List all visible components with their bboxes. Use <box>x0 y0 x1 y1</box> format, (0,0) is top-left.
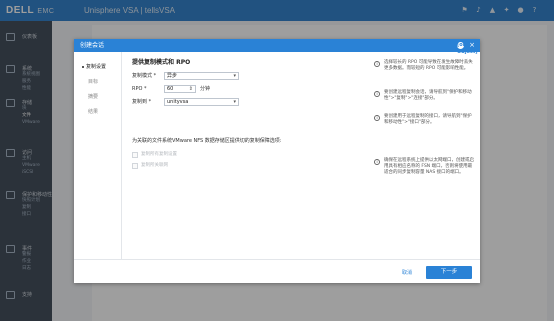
cancel-button[interactable]: 取消 <box>392 268 422 278</box>
help-text-rpo: 选择较长的 RPO 可能导致在发生故障时丢失更多数据。而较短的 RPO 可能影响… <box>384 60 473 71</box>
info-icon: i <box>374 115 380 121</box>
info-icon: i <box>374 61 380 67</box>
replicate-all-settings-label: 复制所有复制设置 <box>141 152 177 157</box>
stepper-icon: ⇕ <box>188 86 193 92</box>
wizard-steps: 复制设置 目标 摘要 结果 <box>74 52 122 259</box>
vmware-nfs-description: 为关联的文件系统VMware NFS 数据存储区提供切的复制保障选项: <box>132 138 282 144</box>
replication-mode-select[interactable]: 异步 ▾ <box>164 72 239 80</box>
replicate-all-settings-checkbox[interactable] <box>132 152 138 158</box>
dialog-header: 创建会话 [object Object] × <box>74 39 480 55</box>
chevron-down-icon: ▾ <box>233 99 236 105</box>
help-column: i 选择较长的 RPO 可能导致在发生故障时丢失更多数据。而较短的 RPO 可能… <box>374 52 478 259</box>
close-icon[interactable]: × <box>468 41 476 49</box>
chevron-down-icon: ▾ <box>233 73 236 79</box>
replicate-to-select[interactable]: unityvsa ▾ <box>164 98 239 106</box>
info-icon: i <box>374 159 380 165</box>
help-icon[interactable]: [object Object] <box>457 42 478 55</box>
help-text-remote-session: 要创建远程复制会话，请导航到"保护和移动性">"复制">"连接"部分。 <box>384 90 472 101</box>
current-step-dot <box>82 65 84 68</box>
rpo-unit: 分钟 <box>200 86 211 92</box>
create-session-dialog: 创建会话 [object Object] × 复制设置 目标 摘要 结果 提供复… <box>74 39 480 283</box>
help-text-ethernet: 确保在远程系统上提供以太网端口，创建或启用具有相应名称的 FSN 端口，否则将使… <box>384 158 474 175</box>
form-heading: 提供复制模式和 RPO <box>132 59 191 66</box>
rpo-input[interactable]: 60 ⇕ <box>164 85 196 93</box>
replicate-associated-network-label: 复制所关联网 <box>141 163 168 168</box>
replicate-to-label: 复制到 * <box>132 99 152 105</box>
replicate-associated-network-checkbox[interactable] <box>132 163 138 169</box>
replication-form: 提供复制模式和 RPO 复制模式 * 异步 ▾ RPO * 60 ⇕ 分钟 复制到 … <box>132 52 377 259</box>
dialog-title: 创建会话 <box>80 42 105 49</box>
info-icon: i <box>374 91 380 97</box>
rpo-label: RPO * <box>132 86 147 92</box>
help-text-interfaces: 要创建用于远程复制的接口，请导航到"保护和移动性">"接口"部分。 <box>384 114 472 125</box>
step-target[interactable]: 目标 <box>88 79 98 85</box>
step-summary[interactable]: 摘要 <box>88 94 98 100</box>
step-replication-settings[interactable]: 复制设置 <box>82 64 106 70</box>
next-button[interactable]: 下一步 <box>426 266 472 279</box>
step-results[interactable]: 结果 <box>88 109 98 115</box>
dialog-footer: 取消 下一步 <box>74 259 480 283</box>
replication-mode-label: 复制模式 * <box>132 73 157 79</box>
